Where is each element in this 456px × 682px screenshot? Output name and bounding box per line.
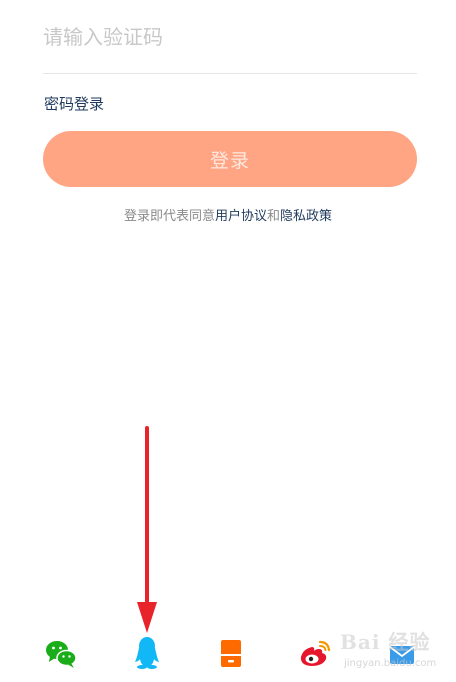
login-button[interactable]: 登录: [43, 131, 417, 187]
verification-code-input[interactable]: [43, 18, 417, 56]
login-screen: 密码登录 登录 登录即代表同意用户协议和隐私政策: [0, 0, 456, 682]
social-login-bar: [0, 636, 456, 676]
qq-icon[interactable]: [130, 636, 164, 670]
wechat-icon[interactable]: [44, 636, 78, 670]
phone-icon[interactable]: [214, 636, 248, 670]
weibo-icon[interactable]: [298, 636, 332, 670]
mail-icon[interactable]: [385, 636, 419, 670]
input-underline: [43, 73, 417, 74]
agreement-and: 和: [267, 209, 281, 224]
password-login-link[interactable]: 密码登录: [44, 93, 104, 114]
privacy-policy-link[interactable]: 隐私政策: [280, 209, 332, 224]
agreement-prefix: 登录即代表同意: [123, 209, 215, 224]
agreement-text: 登录即代表同意用户协议和隐私政策: [0, 205, 456, 224]
user-agreement-link[interactable]: 用户协议: [215, 209, 267, 224]
